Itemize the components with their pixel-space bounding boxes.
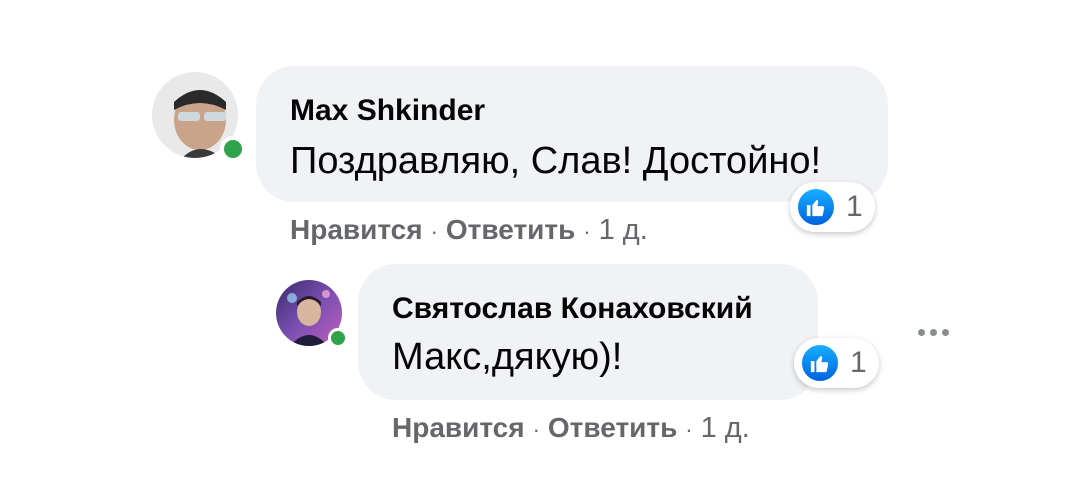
reaction-count: 1 (846, 190, 863, 223)
comment-bubble: Max Shkinder Поздравляю, Слав! Достойно! (256, 66, 888, 202)
comment-bubble: Святослав Конаховский Макс,дякую)! (358, 264, 818, 400)
avatar-sviatoslav-konakhovskyi[interactable] (276, 280, 348, 348)
comment-author[interactable]: Max Shkinder (290, 94, 485, 128)
separator: · (685, 417, 693, 442)
online-dot-icon (328, 328, 348, 348)
reply-link[interactable]: Ответить (446, 214, 575, 246)
comment-text: Макс,дякую)! (392, 336, 623, 378)
like-icon (796, 187, 836, 227)
comment-actions: Нравится · Ответить · 1 д. (392, 412, 750, 445)
more-options-icon[interactable] (918, 329, 949, 336)
comment-author[interactable]: Святослав Конаховский (392, 292, 753, 326)
comment-actions: Нравится · Ответить · 1 д. (290, 214, 648, 247)
more-dot (942, 329, 949, 336)
like-link[interactable]: Нравится (290, 214, 423, 246)
more-dot (930, 329, 937, 336)
comment-text: Поздравляю, Слав! Достойно! (290, 140, 822, 182)
separator: · (532, 417, 540, 442)
reply-link[interactable]: Ответить (548, 412, 677, 444)
separator: · (583, 219, 591, 244)
reaction-summary[interactable]: 1 (794, 338, 879, 388)
timestamp[interactable]: 1 д. (701, 412, 750, 445)
more-dot (918, 329, 925, 336)
avatar-max-shkinder[interactable] (152, 72, 246, 162)
like-icon (800, 343, 840, 383)
timestamp[interactable]: 1 д. (599, 214, 648, 247)
reaction-count: 1 (850, 346, 867, 379)
separator: · (430, 219, 438, 244)
like-link[interactable]: Нравится (392, 412, 525, 444)
reaction-summary[interactable]: 1 (790, 182, 875, 232)
online-dot-icon (220, 136, 246, 162)
